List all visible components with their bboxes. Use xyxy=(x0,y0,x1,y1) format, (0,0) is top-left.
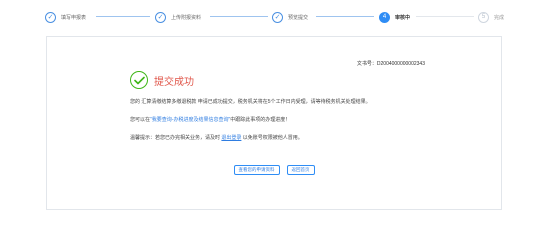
step-3-label: 预览提交 xyxy=(288,14,309,21)
tracking-suffix: 中跟踪此事项的办理进度！ xyxy=(230,117,291,123)
step-connector xyxy=(210,16,268,17)
step-connector xyxy=(316,16,374,17)
submission-message: 您的 汇算清缴结算多缴退税款 申请已成功提交，税务机关将在5个工作日内受理，请等… xyxy=(130,99,371,105)
tip-prefix: 温馨提示：若您已办完相关业务，请及时 xyxy=(130,135,222,141)
step-5-number: 5 xyxy=(478,11,489,23)
document-number: 文书号：D2004000000002343 xyxy=(357,60,425,67)
step-3-check-icon: ✓ xyxy=(272,11,283,23)
step-2-label: 上传附报资料 xyxy=(171,14,202,21)
query-progress-link[interactable]: "我要查询-办税进度及结果信息查询" xyxy=(150,117,230,123)
logout-link[interactable]: 退出登录 xyxy=(221,135,241,141)
progress-stepper: ✓ 填写申报表 ✓ 上传附报资料 ✓ 预览提交 4 审核中 5 完成 xyxy=(0,0,558,32)
success-check-icon xyxy=(130,71,148,89)
view-application-button[interactable]: 查看您的申请资料 xyxy=(233,165,280,175)
step-3: ✓ 预览提交 xyxy=(272,11,308,23)
result-card: 文书号：D2004000000002343 提交成功 您的 汇算清缴结算多缴退税… xyxy=(46,36,502,210)
step-4-label: 审核中 xyxy=(395,14,411,21)
tracking-prefix: 您可以在 xyxy=(130,117,151,123)
step-1-check-icon: ✓ xyxy=(45,11,56,23)
step-5-label: 完成 xyxy=(494,14,505,21)
step-2-check-icon: ✓ xyxy=(155,11,166,23)
warm-tip-message: 温馨提示：若您已办完相关业务，请及时 退出登录 以免账号权限被他人冒用。 xyxy=(130,134,303,141)
step-1: ✓ 填写申报表 xyxy=(45,11,86,23)
step-4-number: 4 xyxy=(379,11,390,23)
document-number-value: D2004000000002343 xyxy=(376,61,425,67)
return-home-button[interactable]: 返回首页 xyxy=(286,165,315,175)
step-4: 4 审核中 xyxy=(379,11,410,23)
step-connector xyxy=(96,16,150,17)
tracking-message: 您可以在"我要查询-办税进度及结果信息查询"中跟踪此事项的办理进度！ xyxy=(130,116,290,123)
step-2: ✓ 上传附报资料 xyxy=(155,11,201,23)
step-1-label: 填写申报表 xyxy=(61,14,87,21)
tip-suffix: 以免账号权限被他人冒用。 xyxy=(241,135,303,141)
document-number-label: 文书号： xyxy=(356,61,377,67)
step-5: 5 完成 xyxy=(478,11,504,23)
success-title: 提交成功 xyxy=(154,76,194,88)
success-header: 提交成功 xyxy=(130,71,194,89)
step-connector xyxy=(416,16,474,17)
action-buttons: 查看您的申请资料 返回首页 xyxy=(47,165,501,175)
